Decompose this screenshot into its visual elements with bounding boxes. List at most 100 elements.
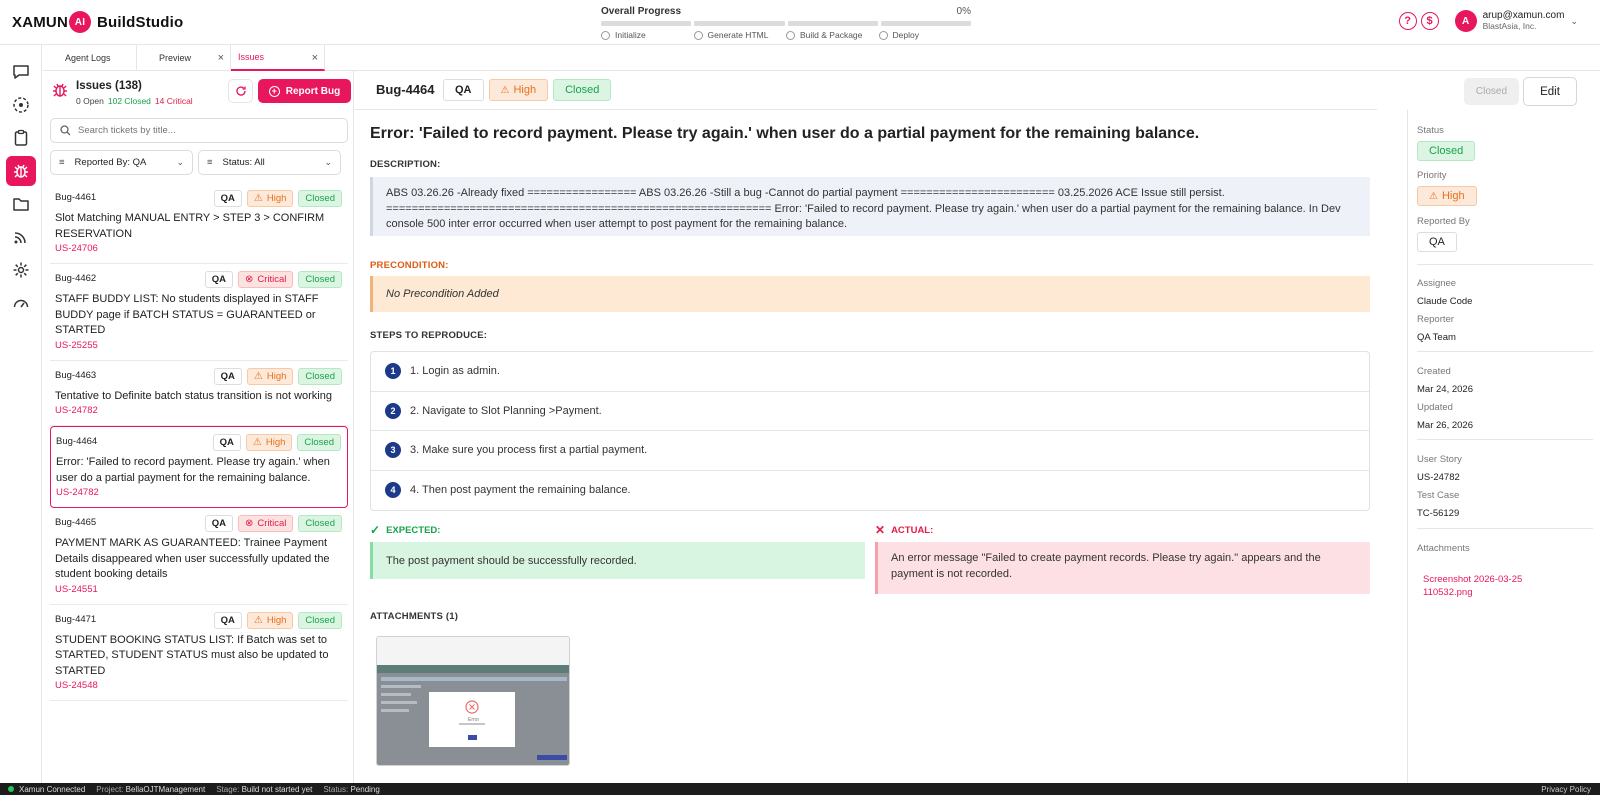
attachment-link[interactable]: Screenshot 2026-03-25 110532.png — [1423, 573, 1573, 599]
refresh-button[interactable] — [228, 79, 253, 103]
test-case-value: TC-56129 — [1417, 508, 1460, 519]
closed-count: 102 Closed — [107, 96, 151, 106]
user-story-link[interactable]: US-24782 — [56, 487, 340, 498]
speedometer-icon[interactable] — [6, 288, 36, 318]
search-input[interactable] — [78, 125, 328, 136]
status-badge: Closed — [297, 434, 341, 451]
chat-icon[interactable] — [6, 57, 36, 87]
report-bug-button[interactable]: + Report Bug — [258, 79, 351, 103]
priority-value: High — [1441, 190, 1465, 202]
priority-value-badge: ⚠ High — [1417, 186, 1477, 206]
priority-badge: ⚠ High — [246, 367, 294, 385]
precondition-text: No Precondition Added — [386, 288, 499, 300]
broadcast-icon[interactable] — [6, 222, 36, 252]
step-item: 3 3. Make sure you process first a partia… — [371, 431, 1369, 471]
chevron-down-icon[interactable]: ⌄ — [1570, 16, 1578, 27]
dollar-icon[interactable]: $ — [1420, 12, 1439, 30]
user-story-link[interactable]: US-24706 — [55, 243, 341, 254]
priority-label: High — [266, 614, 287, 626]
attachments-label: Attachments — [1417, 543, 1470, 554]
reported-by-filter[interactable]: ≡ Reported By: QA ⌄ — [50, 150, 193, 175]
reporter-value: QA Team — [1417, 332, 1456, 343]
logo[interactable]: XAMUN AI BuildStudio — [12, 11, 183, 33]
close-icon[interactable]: × — [218, 52, 224, 64]
logo-brand: XAMUN — [12, 13, 68, 31]
tab-issues[interactable]: Issues × — [231, 45, 325, 71]
stage-value: Build not started yet — [241, 784, 313, 794]
progress-percent: 0% — [956, 6, 971, 17]
tab-preview[interactable]: Preview × — [137, 45, 231, 71]
updated-label: Updated — [1417, 402, 1453, 413]
left-rail — [0, 45, 42, 783]
status-badge: Closed — [298, 190, 342, 207]
priority-label: High — [513, 84, 537, 96]
divider — [1417, 439, 1593, 440]
step-item: 1 1. Login as admin. — [371, 352, 1369, 392]
closed-button[interactable]: Closed — [1464, 78, 1519, 105]
issue-card-selected[interactable]: Bug-4464 QA ⚠ High Closed Error: 'Failed … — [50, 426, 348, 508]
status-value: Pending — [350, 784, 380, 794]
user-story-link[interactable]: US-24782 — [55, 405, 341, 416]
issue-card[interactable]: Bug-4462 QA ⊗ Critical Closed STAFF BUDDY… — [50, 264, 348, 361]
reporter-badge: QA — [204, 271, 233, 288]
dashed-circle-icon[interactable] — [6, 90, 36, 120]
step-number: 1 — [385, 363, 401, 380]
clipboard-icon[interactable] — [6, 123, 36, 153]
issue-title: STAFF BUDDY LIST: No students displayed … — [55, 293, 319, 336]
privacy-policy-link[interactable]: Privacy Policy — [1541, 785, 1591, 794]
user-story-link[interactable]: US-25255 — [55, 340, 341, 351]
step-initialize: Initialize — [601, 30, 694, 40]
tab-label: Issues — [238, 52, 265, 62]
priority-label: High — [265, 437, 286, 448]
search-field[interactable] — [50, 118, 348, 143]
issue-title: Slot Matching MANUAL ENTRY > STEP 3 > CO… — [55, 212, 325, 240]
issue-title: STUDENT BOOKING STATUS LIST: If Batch wa… — [55, 633, 329, 677]
warning-icon: ⚠ — [253, 193, 263, 204]
step-build-package: Build & Package — [786, 30, 879, 40]
step-item: 2 2. Navigate to Slot Planning >Payment. — [371, 392, 1369, 431]
tab-label: Agent Logs — [65, 53, 111, 63]
user-story-link[interactable]: US-24551 — [55, 584, 341, 595]
reported-by-label: Reported By — [1417, 216, 1470, 227]
reporter-badge: QA — [443, 79, 484, 101]
issue-card[interactable]: Bug-4463 QA ⚠ High Closed Tentative to De… — [50, 361, 348, 426]
issue-card[interactable]: Bug-4465 QA ⊗ Critical Closed PAYMENT MAR… — [50, 508, 348, 605]
step-label: Initialize — [615, 30, 646, 40]
user-story-link[interactable]: US-24548 — [55, 680, 341, 691]
edit-button[interactable]: Edit — [1523, 77, 1577, 106]
avatar[interactable]: A — [1454, 10, 1477, 32]
expected-label: EXPECTED: — [386, 524, 441, 536]
gear-icon[interactable] — [6, 255, 36, 285]
user-story-value: US-24782 — [1417, 472, 1460, 483]
issues-list: Bug-4461 QA ⚠ High Closed Slot Matching M… — [50, 183, 348, 701]
close-icon[interactable]: × — [312, 52, 318, 64]
issue-card[interactable]: Bug-4461 QA ⚠ High Closed Slot Matching M… — [50, 183, 348, 264]
detail-badges: QA ⚠ High Closed — [443, 79, 612, 101]
attachment-thumbnail[interactable]: Error — [376, 636, 570, 766]
stage-info: Stage: Build not started yet — [216, 785, 312, 794]
status-bar: Xamun Connected Project: BellaOJTManagem… — [0, 783, 1600, 795]
issue-badges: QA ⚠ High Closed — [213, 367, 342, 385]
user-menu[interactable]: arup@xamun.com BlastAsia, Inc. — [1483, 10, 1565, 32]
priority-label: High — [266, 370, 287, 382]
help-icon[interactable]: ? — [1398, 12, 1417, 30]
reported-by-badge: QA — [1417, 232, 1457, 252]
step-label: Deploy — [892, 30, 919, 40]
folder-icon[interactable] — [6, 189, 36, 219]
chevron-down-icon: ⌄ — [176, 157, 184, 167]
status-badge: Closed — [553, 79, 612, 101]
top-bar: XAMUN AI BuildStudio Overall Progress 0%… — [0, 0, 1600, 45]
assignee-value: Claude Code — [1417, 296, 1473, 307]
tab-agent-logs[interactable]: Agent Logs — [43, 45, 137, 71]
status-filter[interactable]: ≡ Status: All ⌄ — [198, 150, 341, 175]
issue-properties-panel: Status Closed Priority ⚠ High Reported By… — [1407, 110, 1600, 783]
issue-card[interactable]: Bug-4471 QA ⚠ High Closed STUDENT BOOKING… — [50, 605, 348, 701]
priority-badge: ⚠ High — [246, 611, 294, 629]
bug-icon[interactable] — [6, 156, 36, 186]
app-window: XAMUN AI BuildStudio Overall Progress 0%… — [0, 0, 1600, 795]
divider — [1417, 264, 1593, 265]
report-bug-label: Report Bug — [285, 85, 341, 97]
issue-title: Tentative to Definite batch status trans… — [55, 389, 332, 402]
x-icon: ✕ — [875, 523, 886, 537]
project-value: BellaOJTManagement — [125, 784, 206, 794]
